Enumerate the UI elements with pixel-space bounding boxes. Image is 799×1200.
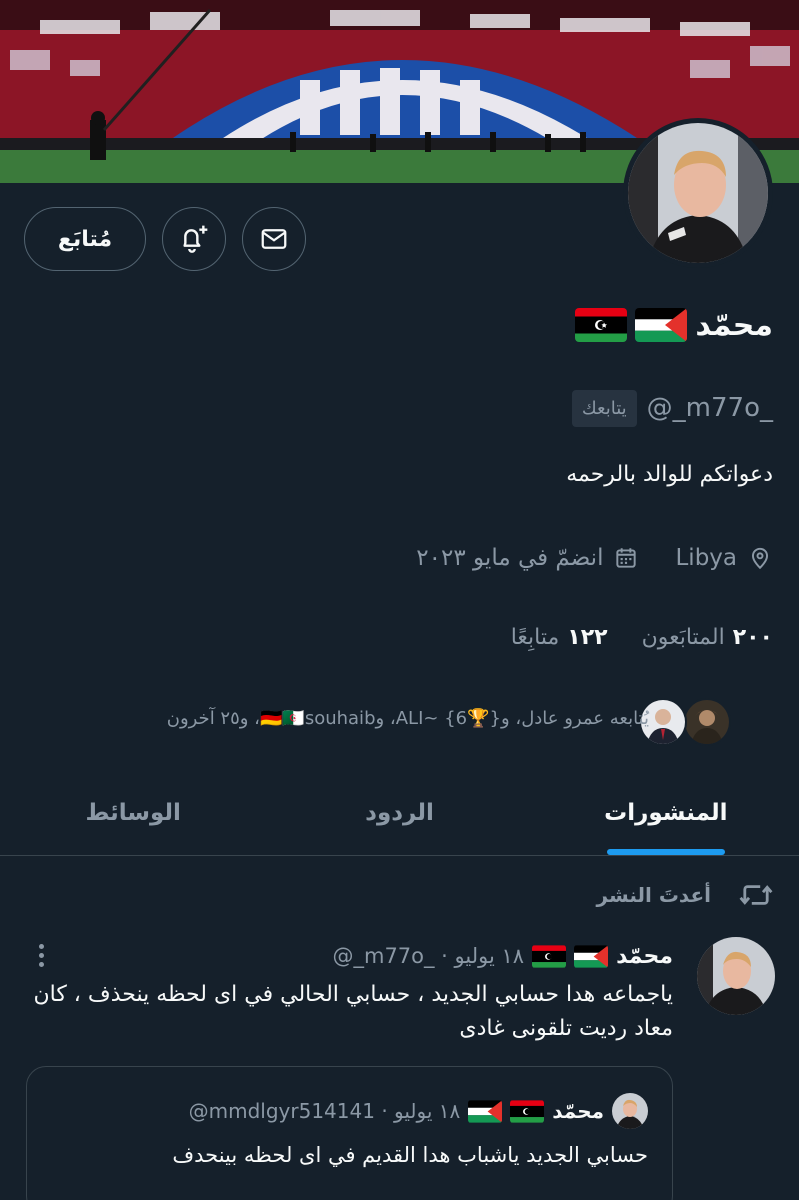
libya-flag-icon <box>575 308 628 342</box>
location-item: Libya <box>675 545 773 571</box>
message-button[interactable] <box>242 207 306 271</box>
notifications-button[interactable] <box>162 207 226 271</box>
mutual-avatar <box>683 698 731 746</box>
tab-replies[interactable]: الردود <box>266 770 532 855</box>
followers-link[interactable]: ٢٠٠ المتابَعون <box>642 625 773 650</box>
profile-bio: دعواتكم للوالد بالرحمه <box>566 462 773 487</box>
quoted-post[interactable]: محمّد @mmdlgyr514141 · ١٨ يوليو حسابي ال… <box>26 1066 673 1200</box>
tab-posts[interactable]: المنشورات <box>533 770 799 855</box>
followed-by-text: يُتابعه عمرو عادل، و{🏆6} ~ALI، و🇩🇪🇩🇿souh… <box>166 708 649 729</box>
profile-meta: Libya انضمّ في مايو ٢٠٢٣ <box>390 536 773 580</box>
following-link[interactable]: ١٢٢ متابِعًا <box>511 625 608 650</box>
tab-posts-label: المنشورات <box>604 799 728 826</box>
joined-item: انضمّ في مايو ٢٠٢٣ <box>416 545 639 571</box>
repost-indicator: أعدتَ النشر <box>597 875 773 915</box>
location-pin-icon <box>751 547 769 570</box>
followers-count: ٢٠٠ <box>732 624 773 650</box>
quoted-author-name: محمّد <box>552 1099 604 1123</box>
following-label: متابِعًا <box>510 624 560 650</box>
post-header: محمّد @_m77o_ · ١٨ يوليو <box>332 937 673 975</box>
libya-flag-icon <box>510 1099 545 1123</box>
follows-you-badge: يتابعك <box>571 389 637 427</box>
post-author-name[interactable]: محمّد <box>616 944 673 969</box>
profile-name-row: محمّد <box>575 300 773 350</box>
palestine-flag-icon <box>468 1099 503 1123</box>
following-button-label: مُتابَع <box>57 226 113 252</box>
quoted-handle-date: @mmdlgyr514141 · ١٨ يوليو <box>188 1099 461 1123</box>
mail-icon <box>261 229 287 249</box>
location-text: Libya <box>675 545 737 571</box>
joined-text: انضمّ في مايو ٢٠٢٣ <box>416 545 604 571</box>
tab-replies-label: الردود <box>365 799 434 826</box>
avatar-photo <box>628 123 768 263</box>
calendar-icon <box>616 548 637 568</box>
following-button[interactable]: مُتابَع <box>24 207 146 271</box>
profile-avatar[interactable] <box>623 118 773 268</box>
quoted-post-header: محمّد @mmdlgyr514141 · ١٨ يوليو <box>189 1093 648 1129</box>
quoted-author-avatar <box>612 1093 648 1129</box>
profile-name: محمّد <box>695 307 773 343</box>
followers-you-know[interactable]: يُتابعه عمرو عادل، و{🏆6} ~ALI، و🇩🇪🇩🇿souh… <box>0 696 799 750</box>
followers-label: المتابَعون <box>641 624 725 650</box>
bell-plus-icon <box>183 225 208 253</box>
palestine-flag-icon <box>574 944 609 968</box>
libya-flag-icon <box>532 944 567 968</box>
post-handle-date: @_m77o_ · ١٨ يوليو <box>332 944 525 968</box>
palestine-flag-icon <box>635 308 688 342</box>
profile-handle: @_m77o_ <box>646 393 773 423</box>
more-options-icon[interactable] <box>30 938 52 972</box>
mutual-avatars <box>635 698 731 748</box>
profile-stats: ٢٠٠ المتابَعون ١٢٢ متابِعًا <box>477 617 773 657</box>
profile-handle-row: @_m77o_ يتابعك <box>571 384 773 432</box>
retweet-icon <box>739 885 773 905</box>
active-tab-indicator <box>606 849 725 855</box>
repost-label: أعدتَ النشر <box>596 883 711 907</box>
quoted-post-text: حسابي الجديد ياشباب هدا القديم في اى لحظ… <box>172 1143 648 1167</box>
following-count: ١٢٢ <box>567 624 608 650</box>
post-author-avatar[interactable] <box>697 937 775 1015</box>
profile-tabs: المنشورات الردود الوسائط <box>0 770 799 856</box>
post-text: ياجماعه هدا حسابي الجديد ، حسابي الحالي … <box>33 982 673 1041</box>
tab-media[interactable]: الوسائط <box>0 770 266 855</box>
tab-media-label: الوسائط <box>85 799 181 826</box>
